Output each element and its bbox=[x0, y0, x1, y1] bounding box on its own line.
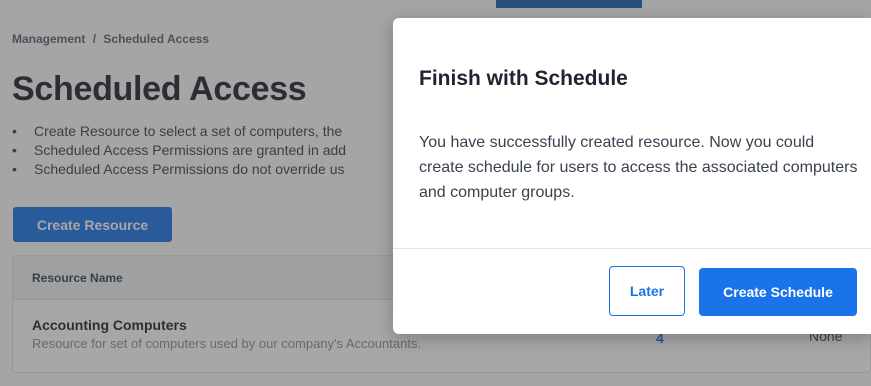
create-schedule-button[interactable]: Create Schedule bbox=[699, 268, 857, 316]
later-button[interactable]: Later bbox=[609, 266, 685, 316]
dialog-message: You have successfully created resource. … bbox=[419, 134, 858, 201]
dialog-title: Finish with Schedule bbox=[419, 67, 628, 90]
dialog-divider bbox=[393, 248, 871, 249]
finish-schedule-dialog: Finish with Schedule You have successful… bbox=[393, 18, 871, 334]
